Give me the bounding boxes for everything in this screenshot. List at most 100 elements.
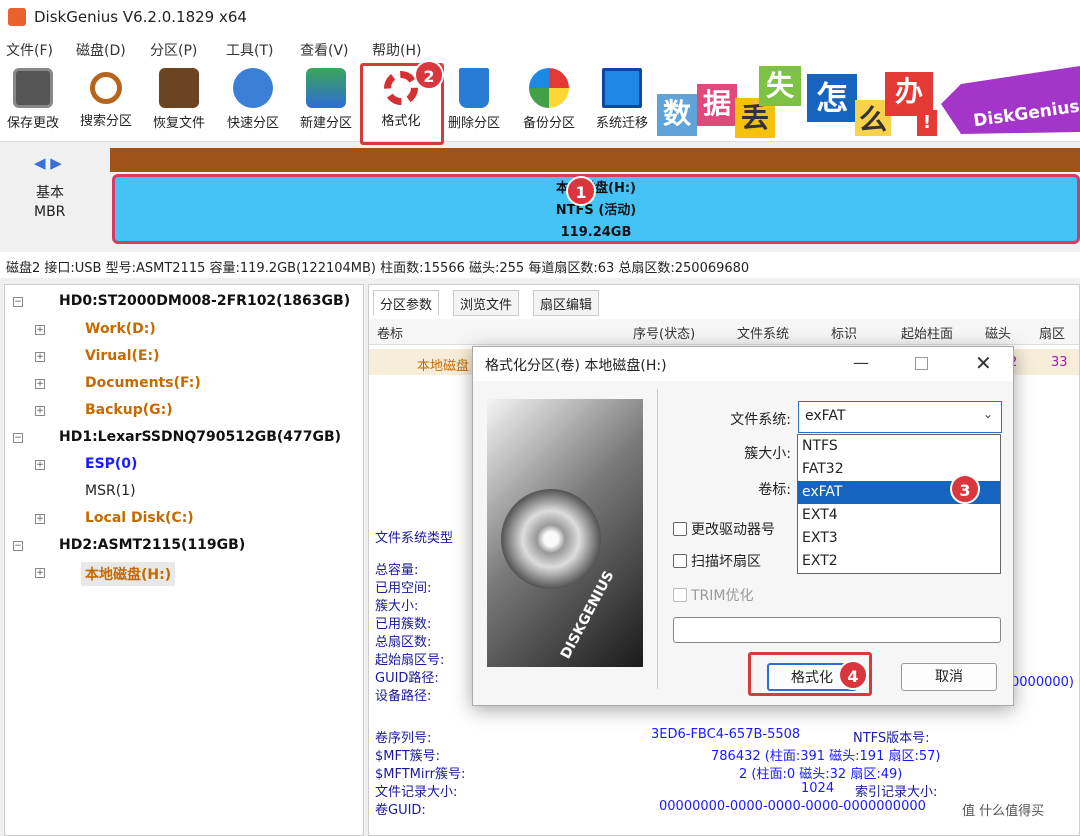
tab-sector-editor[interactable]: 扇区编辑 xyxy=(533,290,600,316)
param-label: GUID路径: xyxy=(375,671,439,686)
backup-partition-button[interactable]: 备份分区 xyxy=(514,66,584,138)
tree-partition-documents[interactable]: Documents(F:) xyxy=(85,375,201,391)
fs-option-ext3[interactable]: EXT3 xyxy=(798,527,1000,550)
menu-view[interactable]: 查看(V) xyxy=(300,40,349,60)
tree-partition-work[interactable]: Work(D:) xyxy=(85,321,156,337)
collapse-toggle-icon[interactable]: − xyxy=(13,541,23,551)
quick-partition-button[interactable]: 快速分区 xyxy=(218,66,288,138)
checkbox-icon xyxy=(673,522,687,536)
step-badge-3: 3 xyxy=(950,474,980,504)
col-head[interactable]: 磁头 xyxy=(985,323,1011,342)
watermark: 值 什么值得买 xyxy=(958,798,1049,821)
magnifier-icon xyxy=(90,72,122,104)
menu-bar: 文件(F) 磁盘(D) 分区(P) 工具(T) 查看(V) 帮助(H) xyxy=(0,36,1080,62)
banner-char: 怎 xyxy=(807,74,857,122)
param-label: 总扇区数: xyxy=(375,635,432,650)
menu-file[interactable]: 文件(F) xyxy=(6,40,53,60)
fs-option-ntfs[interactable]: NTFS xyxy=(798,435,1000,458)
partition-name: 本地磁盘(H:) xyxy=(556,181,636,196)
table-header xyxy=(369,319,1079,345)
progress-bar xyxy=(673,617,1001,643)
menu-partition[interactable]: 分区(P) xyxy=(150,40,197,60)
disk-nav-arrows-icon[interactable]: ◀ ▶ xyxy=(34,154,62,172)
param-label: 卷GUID: xyxy=(375,803,426,818)
col-volume-label[interactable]: 卷标 xyxy=(377,323,403,342)
cluster-size-label: 簇大小: xyxy=(744,446,791,462)
param-value: 786432 (柱面:391 磁头:191 扇区:57) xyxy=(711,749,941,764)
chevron-down-icon: ⌄ xyxy=(982,407,993,421)
menu-tools[interactable]: 工具(T) xyxy=(226,40,273,60)
expand-toggle-icon[interactable]: + xyxy=(35,325,45,335)
collapse-toggle-icon[interactable]: − xyxy=(13,297,23,307)
partition-block[interactable]: 本地磁盘(H:) NTFS (活动) 119.24GB xyxy=(112,174,1080,244)
close-icon[interactable]: ✕ xyxy=(975,351,992,375)
col-index[interactable]: 序号(状态) xyxy=(633,323,695,342)
param-label: 簇大小: xyxy=(375,599,419,614)
param-value: 1024 xyxy=(801,781,835,796)
maximize-icon[interactable] xyxy=(915,357,928,370)
menu-help[interactable]: 帮助(H) xyxy=(372,40,421,60)
param-label: $MFTMirr簇号: xyxy=(375,767,466,782)
step-badge-1: 1 xyxy=(566,176,596,206)
param-label: $MFT簇号: xyxy=(375,749,441,764)
cancel-button[interactable]: 取消 xyxy=(901,663,997,691)
fs-label: 文件系统: xyxy=(730,412,791,428)
new-partition-button[interactable]: 新建分区 xyxy=(292,66,360,138)
banner-char: ! xyxy=(917,110,937,136)
col-start-cylinder[interactable]: 起始柱面 xyxy=(901,323,953,342)
hard-drive-image: DISKGENIUS xyxy=(487,399,643,667)
disk-icon xyxy=(233,68,273,108)
expand-toggle-icon[interactable]: + xyxy=(35,568,45,578)
param-label: 起始扇区号: xyxy=(375,653,445,668)
menu-disk[interactable]: 磁盘(D) xyxy=(76,40,126,60)
param-value: 3ED6-FBC4-657B-5508 xyxy=(651,727,801,742)
collapse-toggle-icon[interactable]: − xyxy=(13,433,23,443)
disk-info-line: 磁盘2 接口:USB 型号:ASMT2115 容量:119.2GB(122104… xyxy=(0,252,1080,278)
minimize-icon[interactable]: — xyxy=(853,353,869,372)
row-sector-value: 33 xyxy=(1051,355,1068,370)
tree-disk-hd1[interactable]: HD1:LexarSSDNQ790512GB(477GB) xyxy=(59,429,341,445)
change-drive-letter-checkbox[interactable]: 更改驱动器号 xyxy=(673,519,775,539)
tree-disk-hd0[interactable]: HD0:ST2000DM008-2FR102(1863GB) xyxy=(59,293,350,309)
monitor-icon xyxy=(602,68,642,108)
tree-partition-msr[interactable]: MSR(1) xyxy=(85,483,136,499)
trash-icon xyxy=(459,68,489,108)
save-changes-button[interactable]: 保存更改 xyxy=(0,66,66,138)
param-value: 00000000-0000-0000-0000-0000000000 xyxy=(659,799,926,814)
tree-partition-local-c[interactable]: Local Disk(C:) xyxy=(85,510,194,526)
expand-toggle-icon[interactable]: + xyxy=(35,460,45,470)
col-filesystem[interactable]: 文件系统 xyxy=(737,323,789,342)
disk-tree: − HD0:ST2000DM008-2FR102(1863GB) + Work(… xyxy=(4,284,364,836)
tree-partition-local-h[interactable]: 本地磁盘(H:) xyxy=(81,562,176,586)
expand-toggle-icon[interactable]: + xyxy=(35,406,45,416)
expand-toggle-icon[interactable]: + xyxy=(35,514,45,524)
search-partition-button[interactable]: 搜索分区 xyxy=(72,66,140,138)
delete-partition-button[interactable]: 删除分区 xyxy=(440,66,508,138)
tab-browse-files[interactable]: 浏览文件 xyxy=(453,290,520,316)
dialog-title-bar: 格式化分区(卷) 本地磁盘(H:) — ✕ xyxy=(473,347,1013,381)
param-label: NTFS版本号: xyxy=(853,731,930,746)
param-label: 已用簇数: xyxy=(375,617,432,632)
param-label: 文件记录大小: xyxy=(375,785,458,800)
col-id[interactable]: 标识 xyxy=(831,323,857,342)
fs-option-ext2[interactable]: EXT2 xyxy=(798,550,1000,573)
scan-bad-sectors-checkbox[interactable]: 扫描坏扇区 xyxy=(673,551,761,571)
row-volume-label: 本地磁盘 xyxy=(417,359,470,374)
system-migration-button[interactable]: 系统迁移 xyxy=(588,66,656,138)
tab-partition-params[interactable]: 分区参数 xyxy=(373,290,440,316)
fs-select[interactable]: exFAT ⌄ xyxy=(798,401,1002,433)
fs-option-ext4[interactable]: EXT4 xyxy=(798,504,1000,527)
col-sector[interactable]: 扇区 xyxy=(1039,323,1065,342)
layers-icon xyxy=(306,68,346,108)
expand-toggle-icon[interactable]: + xyxy=(35,379,45,389)
volume-label-label: 卷标: xyxy=(758,482,791,498)
tree-partition-backup[interactable]: Backup(G:) xyxy=(85,402,173,418)
tree-partition-esp[interactable]: ESP(0) xyxy=(85,456,137,472)
recover-files-button[interactable]: 恢复文件 xyxy=(144,66,214,138)
step-badge-2: 2 xyxy=(414,60,444,90)
banner-ad[interactable]: 数 据 丢 失 怎 么 办 ! DiskGenius xyxy=(655,64,1080,138)
tree-partition-virual[interactable]: Virual(E:) xyxy=(85,348,159,364)
expand-toggle-icon[interactable]: + xyxy=(35,352,45,362)
tree-disk-hd2[interactable]: HD2:ASMT2115(119GB) xyxy=(59,537,245,553)
recover-icon xyxy=(159,68,199,108)
